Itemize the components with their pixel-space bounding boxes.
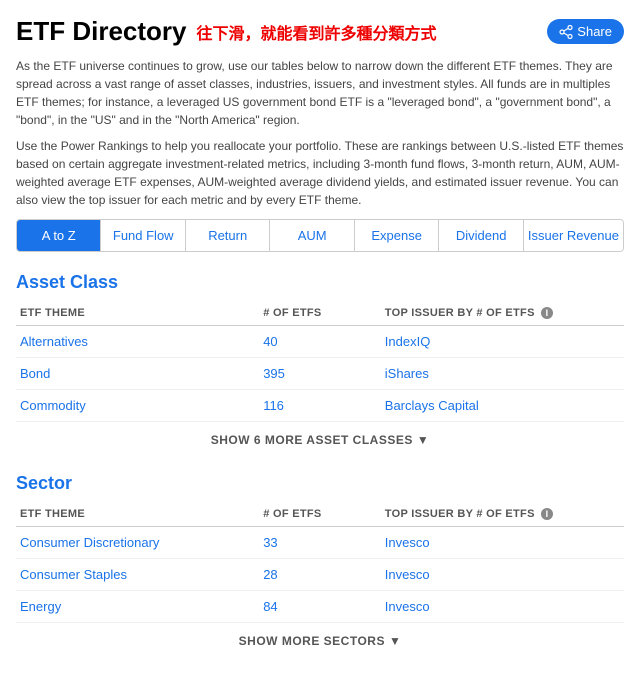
asset-class-info-icon[interactable]: i: [541, 307, 553, 319]
asset-class-col-issuer: TOP ISSUER BY # OF ETFs i: [381, 301, 624, 326]
asset-class-issuer-bond: iShares: [381, 358, 624, 390]
share-button[interactable]: Share: [547, 19, 624, 44]
table-row: Alternatives 40 IndexIQ: [16, 326, 624, 358]
asset-class-show-more-button[interactable]: SHOW 6 MORE ASSET CLASSES ▼: [211, 433, 429, 447]
tab-a-to-z[interactable]: A to Z: [17, 220, 101, 251]
description: As the ETF universe continues to grow, u…: [16, 57, 624, 209]
asset-class-theme-bond: Bond: [16, 358, 259, 390]
table-row: Bond 395 iShares: [16, 358, 624, 390]
tab-dividend[interactable]: Dividend: [439, 220, 523, 251]
tab-fund-flow[interactable]: Fund Flow: [101, 220, 185, 251]
tab-issuer-revenue[interactable]: Issuer Revenue: [524, 220, 623, 251]
asset-class-issuer-commodity: Barclays Capital: [381, 390, 624, 422]
sector-theme-energy: Energy: [16, 591, 259, 623]
asset-class-header-row: ETF THEME # OF ETFs TOP ISSUER BY # OF E…: [16, 301, 624, 326]
asset-class-col-theme: ETF THEME: [16, 301, 259, 326]
sector-section: Sector ETF THEME # OF ETFs TOP ISSUER BY…: [16, 473, 624, 658]
sector-col-theme: ETF THEME: [16, 502, 259, 527]
description-para2: Use the Power Rankings to help you reall…: [16, 137, 624, 209]
asset-class-num-bond: 395: [259, 358, 381, 390]
sector-num-energy: 84: [259, 591, 381, 623]
sector-issuer-consumer-staples: Invesco: [381, 559, 624, 591]
sector-num-consumer-disc: 33: [259, 527, 381, 559]
page-container: ETF Directory 往下滑，就能看到許多種分類方式 Share As t…: [0, 0, 640, 658]
tab-aum[interactable]: AUM: [270, 220, 354, 251]
asset-class-title: Asset Class: [16, 272, 624, 293]
sector-num-consumer-staples: 28: [259, 559, 381, 591]
asset-class-table: ETF THEME # OF ETFs TOP ISSUER BY # OF E…: [16, 301, 624, 422]
asset-class-show-more-row: SHOW 6 MORE ASSET CLASSES ▼: [16, 422, 624, 457]
asset-class-section: Asset Class ETF THEME # OF ETFs TOP ISSU…: [16, 272, 624, 457]
table-row: Commodity 116 Barclays Capital: [16, 390, 624, 422]
table-row: Energy 84 Invesco: [16, 591, 624, 623]
asset-class-num-commodity: 116: [259, 390, 381, 422]
chinese-annotation: 往下滑，就能看到許多種分類方式: [197, 20, 437, 44]
sector-col-issuer: TOP ISSUER BY # OF ETFs i: [381, 502, 624, 527]
sector-issuer-energy: Invesco: [381, 591, 624, 623]
header-row: ETF Directory 往下滑，就能看到許多種分類方式 Share: [16, 16, 624, 47]
share-label: Share: [577, 24, 612, 39]
header-left: ETF Directory 往下滑，就能看到許多種分類方式: [16, 16, 437, 47]
share-icon: [559, 25, 573, 39]
page-title: ETF Directory: [16, 16, 187, 47]
asset-class-theme-commodity: Commodity: [16, 390, 259, 422]
sector-title: Sector: [16, 473, 624, 494]
chevron-down-icon: ▼: [389, 634, 401, 648]
sector-show-more-row: SHOW MORE SECTORS ▼: [16, 623, 624, 658]
table-row: Consumer Staples 28 Invesco: [16, 559, 624, 591]
sector-table: ETF THEME # OF ETFs TOP ISSUER BY # OF E…: [16, 502, 624, 623]
asset-class-theme-alternatives: Alternatives: [16, 326, 259, 358]
sector-info-icon[interactable]: i: [541, 508, 553, 520]
sector-theme-consumer-staples: Consumer Staples: [16, 559, 259, 591]
sector-issuer-consumer-disc: Invesco: [381, 527, 624, 559]
chevron-down-icon: ▼: [417, 433, 429, 447]
asset-class-num-alternatives: 40: [259, 326, 381, 358]
sector-header-row: ETF THEME # OF ETFs TOP ISSUER BY # OF E…: [16, 502, 624, 527]
tab-expense[interactable]: Expense: [355, 220, 439, 251]
asset-class-issuer-alternatives: IndexIQ: [381, 326, 624, 358]
tabs-container: A to Z Fund Flow Return AUM Expense Divi…: [16, 219, 624, 252]
sector-theme-consumer-disc: Consumer Discretionary: [16, 527, 259, 559]
table-row: Consumer Discretionary 33 Invesco: [16, 527, 624, 559]
asset-class-col-num: # OF ETFs: [259, 301, 381, 326]
description-para1: As the ETF universe continues to grow, u…: [16, 57, 624, 129]
sector-col-num: # OF ETFs: [259, 502, 381, 527]
sector-show-more-button[interactable]: SHOW MORE SECTORS ▼: [239, 634, 402, 648]
tab-return[interactable]: Return: [186, 220, 270, 251]
